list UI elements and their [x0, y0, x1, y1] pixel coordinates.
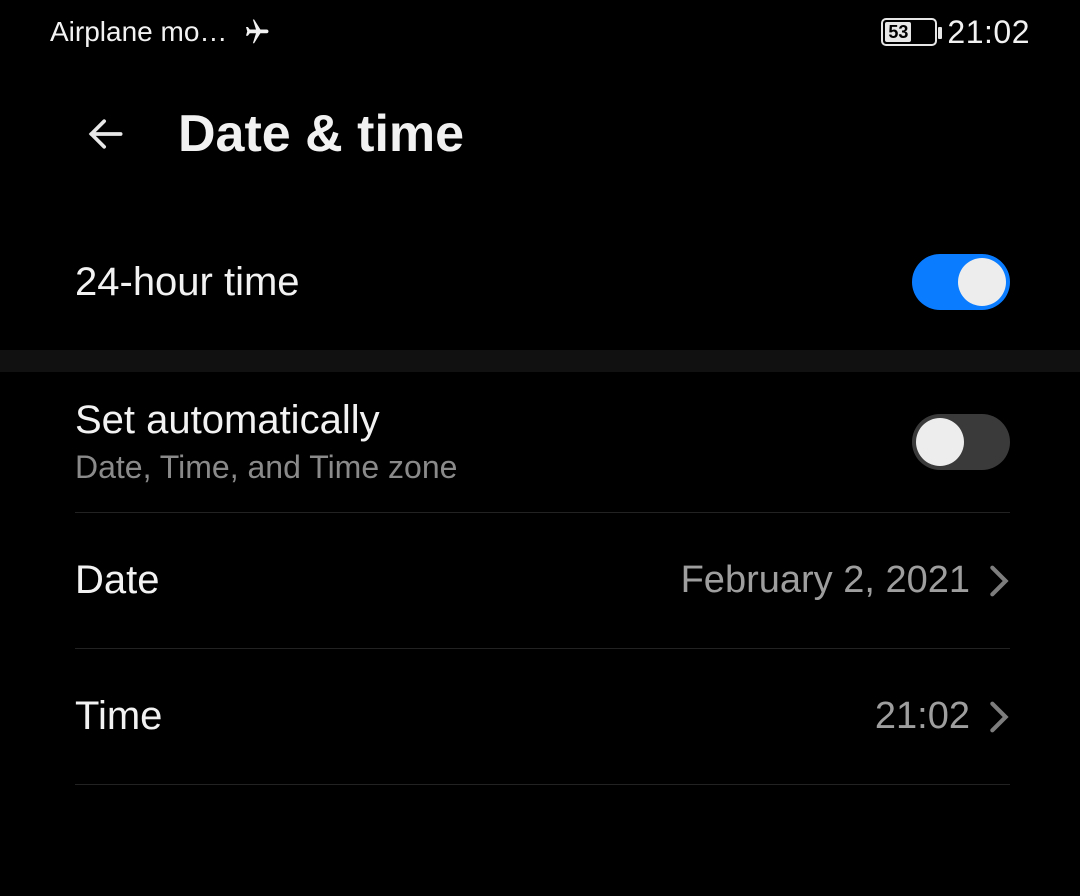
row-subtitle-set-auto: Date, Time, and Time zone [75, 449, 457, 486]
row-label-24-hour: 24-hour time [75, 260, 300, 305]
section-datetime: Set automatically Date, Time, and Time z… [0, 372, 1080, 785]
statusbar-clock: 21:02 [947, 14, 1030, 51]
row-label-date: Date [75, 558, 160, 603]
battery-percent: 53 [885, 22, 911, 42]
status-bar: Airplane mo… 53 21:02 [0, 0, 1080, 64]
page-title: Date & time [178, 104, 464, 164]
page-header: Date & time [0, 64, 1080, 214]
airplane-mode-label: Airplane mo… [50, 16, 227, 48]
status-right: 53 21:02 [881, 14, 1030, 51]
section-display: 24-hour time [0, 214, 1080, 350]
row-date[interactable]: Date February 2, 2021 [75, 513, 1010, 649]
row-time[interactable]: Time 21:02 [75, 649, 1010, 785]
row-set-automatically[interactable]: Set automatically Date, Time, and Time z… [75, 372, 1010, 513]
back-icon[interactable] [84, 112, 128, 156]
battery-icon: 53 [881, 18, 937, 46]
row-label-set-auto: Set automatically [75, 398, 457, 443]
toggle-knob [916, 418, 964, 466]
row-24-hour-time[interactable]: 24-hour time [75, 214, 1010, 350]
toggle-set-auto[interactable] [912, 414, 1010, 470]
chevron-right-icon [988, 561, 1010, 601]
section-divider [0, 350, 1080, 372]
chevron-right-icon [988, 697, 1010, 737]
row-label-time: Time [75, 694, 162, 739]
airplane-icon [241, 17, 271, 47]
status-left: Airplane mo… [50, 16, 271, 48]
toggle-knob [958, 258, 1006, 306]
row-value-date: February 2, 2021 [681, 559, 970, 602]
row-value-time: 21:02 [875, 695, 970, 738]
toggle-24-hour[interactable] [912, 254, 1010, 310]
